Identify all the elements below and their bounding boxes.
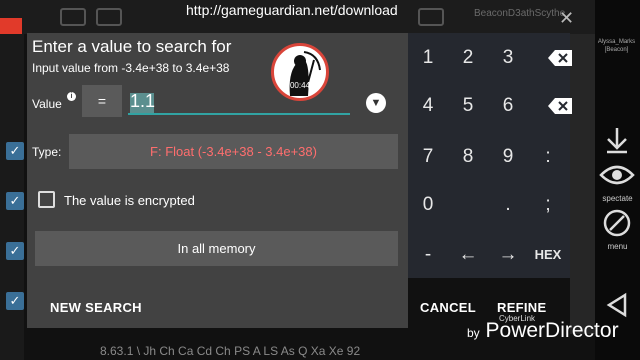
key-1[interactable]: 1 [408, 38, 448, 78]
chevron-down-icon[interactable]: ▼ [366, 93, 386, 113]
type-selector[interactable]: F: Float (-3.4e+38 - 3.4e+38) [69, 134, 398, 169]
cursor-left-key[interactable]: ← [448, 235, 488, 275]
key-2[interactable]: 2 [448, 38, 488, 78]
bg-tab-icon [418, 8, 444, 26]
checkbox-icon: ✓ [6, 242, 24, 260]
cursor-right-key[interactable]: → [488, 235, 528, 275]
mini-user-info: Alyssa_Marks [Beacon] [593, 38, 640, 54]
key-minus[interactable]: - [408, 235, 448, 275]
key-blank[interactable] [448, 185, 488, 225]
checkbox-icon: ✓ [6, 192, 24, 210]
hex-key[interactable]: HEX [528, 235, 568, 275]
mini-user-tag: [Beacon] [604, 47, 629, 53]
dialog-title: Enter a value to search for [32, 37, 232, 56]
key-3[interactable]: 3 [488, 38, 528, 78]
close-icon[interactable]: ✕ [559, 8, 574, 29]
clear-icon [548, 98, 572, 114]
screen: BeaconD3athScythe ✕ ✓ ✓ ✓ ✓ 8.63.1 \ Jh … [0, 0, 640, 360]
backspace-key[interactable] [528, 38, 572, 78]
encrypted-checkbox[interactable] [38, 191, 55, 208]
value-label: Value [32, 97, 62, 111]
spectate-label: spectate [602, 194, 633, 203]
refine-button[interactable]: REFINE [497, 300, 546, 315]
key-8[interactable]: 8 [448, 137, 488, 177]
key-9[interactable]: 9 [488, 137, 528, 177]
info-icon[interactable]: i [67, 92, 76, 101]
key-colon[interactable]: : [528, 137, 568, 177]
menu-label: menu [607, 242, 628, 251]
checkbox-icon: ✓ [6, 142, 24, 160]
bg-bottom-text: 8.63.1 \ Jh Ch Ca Cd Ch PS A LS As Q Xa … [100, 344, 361, 358]
url-overlay: http://gameguardian.net/download [186, 2, 398, 18]
clear-key[interactable] [528, 86, 572, 126]
eye-icon[interactable] [597, 162, 637, 193]
watermark-by: by [467, 326, 480, 340]
cancel-button[interactable]: CANCEL [420, 300, 476, 315]
value-input[interactable] [128, 89, 350, 115]
mini-user-name: Alyssa_Marks [597, 39, 636, 45]
key-6[interactable]: 6 [488, 86, 528, 126]
keypad: 1 2 3 4 5 6 7 8 9 : 0 . ; - ← → HEX [408, 33, 572, 278]
bg-title: BeaconD3athScythe [474, 8, 566, 19]
search-dialog: Enter a value to search for Input value … [27, 33, 546, 328]
bg-tab-icon [60, 8, 86, 26]
key-semicolon[interactable]: ; [528, 185, 568, 225]
background-list: ✓ ✓ ✓ ✓ [0, 34, 24, 360]
dialog-subtitle: Input value from -3.4e+38 to 3.4e+38 [32, 61, 230, 75]
key-dot[interactable]: . [488, 185, 528, 225]
watermark-brand: PowerDirector [485, 319, 619, 342]
encrypted-label: The value is encrypted [64, 193, 195, 208]
powerdirector-watermark: by PowerDirector [467, 319, 619, 343]
new-search-button[interactable]: NEW SEARCH [50, 300, 142, 315]
menu-circle-icon[interactable] [597, 208, 637, 243]
bg-tab-icon [96, 8, 122, 26]
checkbox-icon: ✓ [6, 292, 24, 310]
backspace-icon [548, 50, 572, 66]
memory-range-selector[interactable]: In all memory [35, 231, 398, 266]
background-side-panel [570, 34, 595, 334]
key-0[interactable]: 0 [408, 185, 448, 225]
arrow-down-icon[interactable] [597, 126, 637, 159]
key-7[interactable]: 7 [408, 137, 448, 177]
key-4[interactable]: 4 [408, 86, 448, 126]
key-5[interactable]: 5 [448, 86, 488, 126]
operator-button[interactable]: = [82, 85, 122, 117]
type-label: Type: [32, 145, 62, 159]
